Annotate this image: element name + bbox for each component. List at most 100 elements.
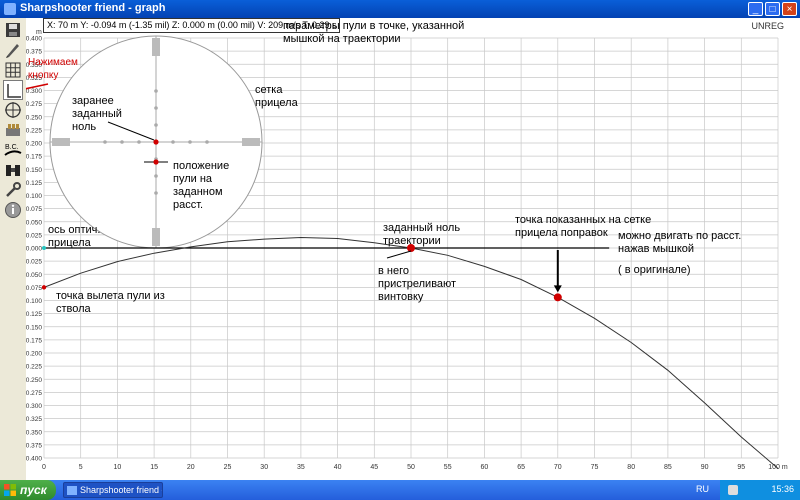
x-tick-label: 65 [517, 464, 525, 471]
app-icon [4, 3, 16, 15]
wrench-icon [6, 182, 21, 197]
y-tick-label: 0.125 [26, 311, 42, 318]
bc-button[interactable]: B.C. [3, 140, 23, 160]
language-indicator[interactable]: RU [696, 484, 709, 494]
y-tick-label: 0.100 [26, 193, 42, 200]
reticle-inset [49, 35, 263, 249]
x-tick-label: 25 [224, 464, 232, 471]
maximize-button[interactable]: □ [765, 2, 780, 16]
reticle-impact-dot [153, 159, 159, 165]
movable-note: можно двигать по расст. нажав мышкой [618, 230, 742, 255]
system-tray: RU 15:36 [696, 480, 800, 500]
y-tick-label: 0.300 [26, 403, 42, 410]
y-tick-label: 0.200 [26, 141, 42, 148]
info-icon [5, 202, 21, 218]
x-tick-label: 15 [150, 464, 158, 471]
binoculars-icon [6, 165, 20, 176]
y-tick-label: 0.250 [26, 114, 42, 121]
grid-icon [5, 62, 21, 78]
app-icon [67, 486, 77, 495]
y-tick-label: 0.275 [26, 390, 42, 397]
y-tick-label: 0.375 [26, 442, 42, 449]
bullet-params-note: параметры пули в точке, указанной мышкой… [283, 20, 465, 45]
x-tick-label: 70 [554, 464, 562, 471]
y-tick-label: 0.175 [26, 154, 42, 161]
x-tick-label: 10 [114, 464, 122, 471]
start-label: пуск [20, 483, 47, 497]
taskbar-window-label: Sharpshooter friend -... [80, 485, 163, 495]
x-tick-label: 35 [297, 464, 305, 471]
reticle-dot [205, 140, 209, 144]
ammo-button[interactable] [3, 120, 23, 140]
x-tick-label: 45 [370, 464, 378, 471]
x-tick-label: 50 [407, 464, 415, 471]
tray-icon[interactable] [728, 485, 738, 495]
y-tick-label: 0.125 [26, 180, 42, 187]
y-tick-label: 0.400 [26, 456, 42, 463]
y-tick-label: 0.375 [26, 49, 42, 56]
zeroed-in-pointer [386, 250, 412, 259]
pencil-icon [6, 44, 19, 58]
x-tick-label: 90 [701, 464, 709, 471]
trajectory-zero-note: заданный ноль траектории [383, 222, 461, 247]
grid-button[interactable] [3, 60, 23, 80]
save-button[interactable] [3, 20, 23, 40]
crosshair-icon [5, 102, 21, 118]
muzzle-point [41, 285, 47, 290]
x-tick-label: 5 [79, 464, 83, 471]
window-title: Sharpshooter friend - graph [20, 2, 166, 14]
y-tick-label: 0.025 [26, 259, 42, 266]
close-button[interactable]: × [782, 2, 797, 16]
sight-axis-marker [42, 246, 46, 250]
windows-logo-icon [4, 484, 16, 496]
minimize-button[interactable]: _ [748, 2, 763, 16]
y-tick-label: 0.275 [26, 101, 42, 108]
tools-button[interactable] [3, 180, 23, 200]
selected-point [553, 293, 562, 302]
x-tick-label: 60 [481, 464, 489, 471]
y-tick-label: 0.150 [26, 167, 42, 174]
reticle-post-right [242, 138, 260, 146]
reticle-post-top [152, 38, 160, 56]
zeroed-in-note: в него пристреливают винтовку [378, 265, 457, 303]
unreg-label: UNREG [751, 21, 784, 31]
x-tick-label: 0 [42, 464, 46, 471]
left-toolbar: B.C. [0, 18, 27, 480]
y-tick-label: 0.325 [26, 416, 42, 423]
y-tick-label: 0.075 [26, 206, 42, 213]
reticle-dot [154, 191, 158, 195]
y-tick-label: 0.300 [26, 88, 42, 95]
clock: 15:36 [771, 484, 794, 494]
y-unit-label: m [36, 29, 42, 36]
y-tick-label: 0.175 [26, 337, 42, 344]
reticle-dot [171, 140, 175, 144]
graph-button[interactable] [3, 80, 23, 100]
reticle-dot [154, 123, 158, 127]
reticle-dot [188, 140, 192, 144]
y-tick-label: 0.225 [26, 364, 42, 371]
y-tick-label: 0.025 [26, 232, 42, 239]
y-tick-label: 0.075 [26, 285, 42, 292]
sight-axis-note: ось оптич. прицела [48, 224, 101, 249]
floppy-icon [6, 23, 20, 37]
start-button[interactable]: пуск [0, 480, 56, 500]
taskbar-window-button[interactable]: Sharpshooter friend -... [63, 482, 163, 498]
pencil-button[interactable] [3, 40, 23, 60]
x-tick-label: 80 [627, 464, 635, 471]
reticle-post-left [52, 138, 70, 146]
binoculars-button[interactable] [3, 160, 23, 180]
crosshair-button[interactable] [3, 100, 23, 120]
preset-zero-note: заранее заданный ноль [72, 95, 122, 133]
reticle-note: сетка прицела [255, 84, 298, 109]
y-tick-label: 0.350 [26, 429, 42, 436]
muzzle-point-note: точка вылета пули из ствола [56, 290, 165, 315]
title-bar[interactable]: Sharpshooter friend - graph _ □ × [0, 0, 800, 18]
taskbar: пуск Sharpshooter friend -... RU 15:36 [0, 480, 800, 500]
ammo-icon [6, 124, 20, 136]
info-button[interactable] [3, 200, 23, 220]
y-tick-label: 0.050 [26, 219, 42, 226]
x-tick-label: 95 [737, 464, 745, 471]
reticle-dot [103, 140, 107, 144]
reticle-post-bottom [152, 228, 160, 246]
bullet-position-note: положение пули на заданном расст. [173, 160, 230, 211]
